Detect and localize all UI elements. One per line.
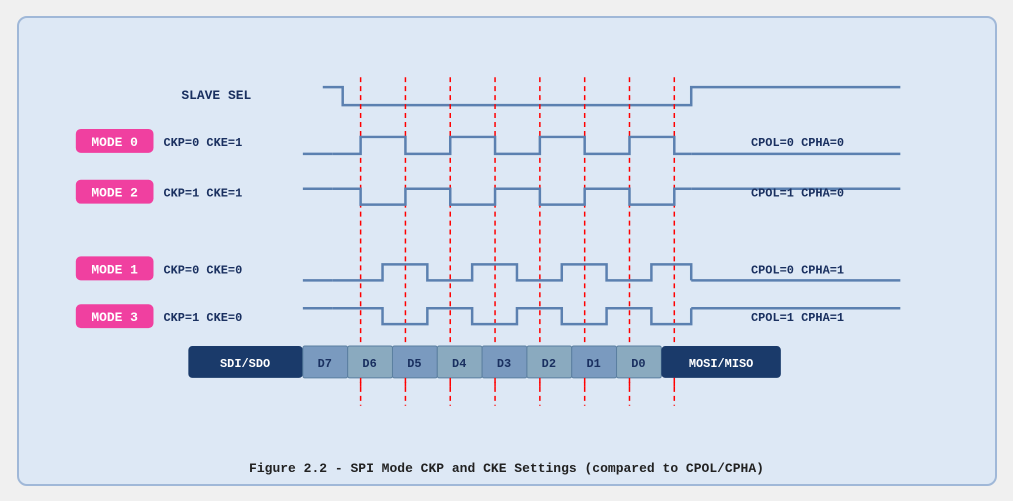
slave-sel-label: SLAVE SEL — [181, 88, 251, 103]
mode3-params: CKP=1 CKE=0 — [163, 311, 242, 325]
mode0-label: MODE 0 — [91, 134, 138, 149]
d6-label: D6 — [362, 356, 376, 370]
mode1-right-label: CPOL=0 CPHA=1 — [750, 263, 843, 277]
d2-label: D2 — [541, 356, 555, 370]
mode0-right-label: CPOL=0 CPHA=0 — [750, 135, 843, 149]
figure-caption: Figure 2.2 - SPI Mode CKP and CKE Settin… — [34, 461, 980, 476]
d3-label: D3 — [496, 356, 510, 370]
mode0-params: CKP=0 CKE=1 — [163, 135, 242, 149]
mode2-params: CKP=1 CKE=1 — [163, 186, 242, 200]
main-container: SLAVE SEL MODE 0 CKP=0 CKE=1 — [17, 16, 997, 486]
d7-label: D7 — [317, 356, 331, 370]
mode3-right-label: CPOL=1 CPHA=1 — [750, 311, 843, 325]
timing-diagram: SLAVE SEL MODE 0 CKP=0 CKE=1 — [34, 28, 980, 455]
mode3-waveform — [332, 308, 690, 324]
slave-sel-waveform — [322, 87, 900, 105]
mode3-label: MODE 3 — [91, 310, 138, 325]
diagram-area: SLAVE SEL MODE 0 CKP=0 CKE=1 — [34, 28, 980, 455]
mode1-label: MODE 1 — [91, 262, 138, 277]
sdi-sdo-label: SDI/SDO — [220, 356, 270, 370]
mode2-right-label: CPOL=1 CPHA=0 — [750, 186, 843, 200]
mode0-waveform — [332, 136, 690, 153]
mode1-waveform — [332, 264, 690, 280]
d0-label: D0 — [631, 356, 645, 370]
mode2-label: MODE 2 — [91, 185, 138, 200]
mosi-miso-label: MOSI/MISO — [688, 356, 752, 370]
mode2-waveform — [332, 188, 690, 204]
d4-label: D4 — [452, 356, 466, 370]
d5-label: D5 — [407, 356, 421, 370]
mode1-params: CKP=0 CKE=0 — [163, 263, 242, 277]
d1-label: D1 — [586, 356, 600, 370]
